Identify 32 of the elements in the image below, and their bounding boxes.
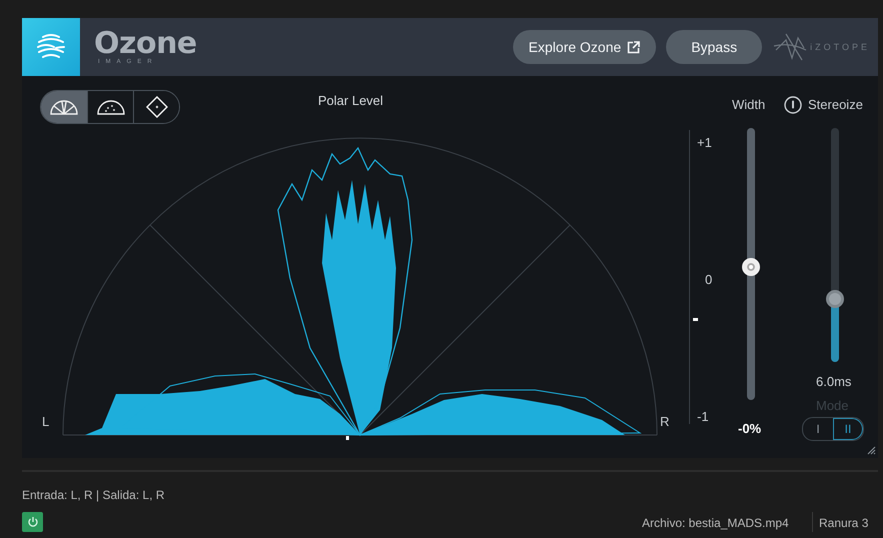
brand-logo-icon — [772, 32, 808, 62]
resize-grip-icon[interactable] — [867, 446, 876, 455]
brand-name: iZOTOPE — [810, 42, 870, 52]
slot-label: Ranura 3 — [819, 516, 868, 530]
width-label: Width — [732, 97, 766, 112]
mode-toggle[interactable]: II — [833, 418, 863, 440]
center-marker — [346, 436, 349, 440]
power-button[interactable] — [22, 512, 43, 532]
power-icon — [26, 516, 38, 528]
mode-toggle[interactable]: I — [803, 418, 833, 440]
bypass-button[interactable]: Bypass — [666, 30, 762, 64]
width-value: -0% — [738, 421, 762, 436]
meter-scale-label: -1 — [697, 409, 709, 424]
product-title: Ozone — [94, 29, 197, 59]
polar-level-icon — [49, 98, 79, 116]
polar-dots-icon — [96, 98, 126, 116]
view-mode-tab[interactable] — [133, 91, 179, 123]
delay-value: 6.0ms — [816, 374, 852, 389]
external-link-icon — [627, 40, 640, 54]
explore-button[interactable]: Explore Ozone — [512, 30, 656, 64]
meter-scale-label: 0 — [705, 272, 712, 287]
diamond-icon — [146, 96, 168, 118]
stereoize-label: Stereoize — [808, 97, 863, 112]
io-routing-text: Entrada: L, R | Salida: L, R — [22, 488, 165, 502]
plot-title: Polar Level — [318, 93, 384, 108]
power-icon[interactable] — [784, 96, 802, 114]
view-mode-tab[interactable] — [41, 91, 87, 123]
right-channel-label: R — [660, 414, 670, 429]
file-name: Archivo: bestia_MADS.mp4 — [642, 516, 789, 530]
ozone-logo-icon — [22, 18, 80, 76]
left-channel-label: L — [42, 414, 50, 429]
meter-scale-label: +1 — [697, 135, 712, 150]
